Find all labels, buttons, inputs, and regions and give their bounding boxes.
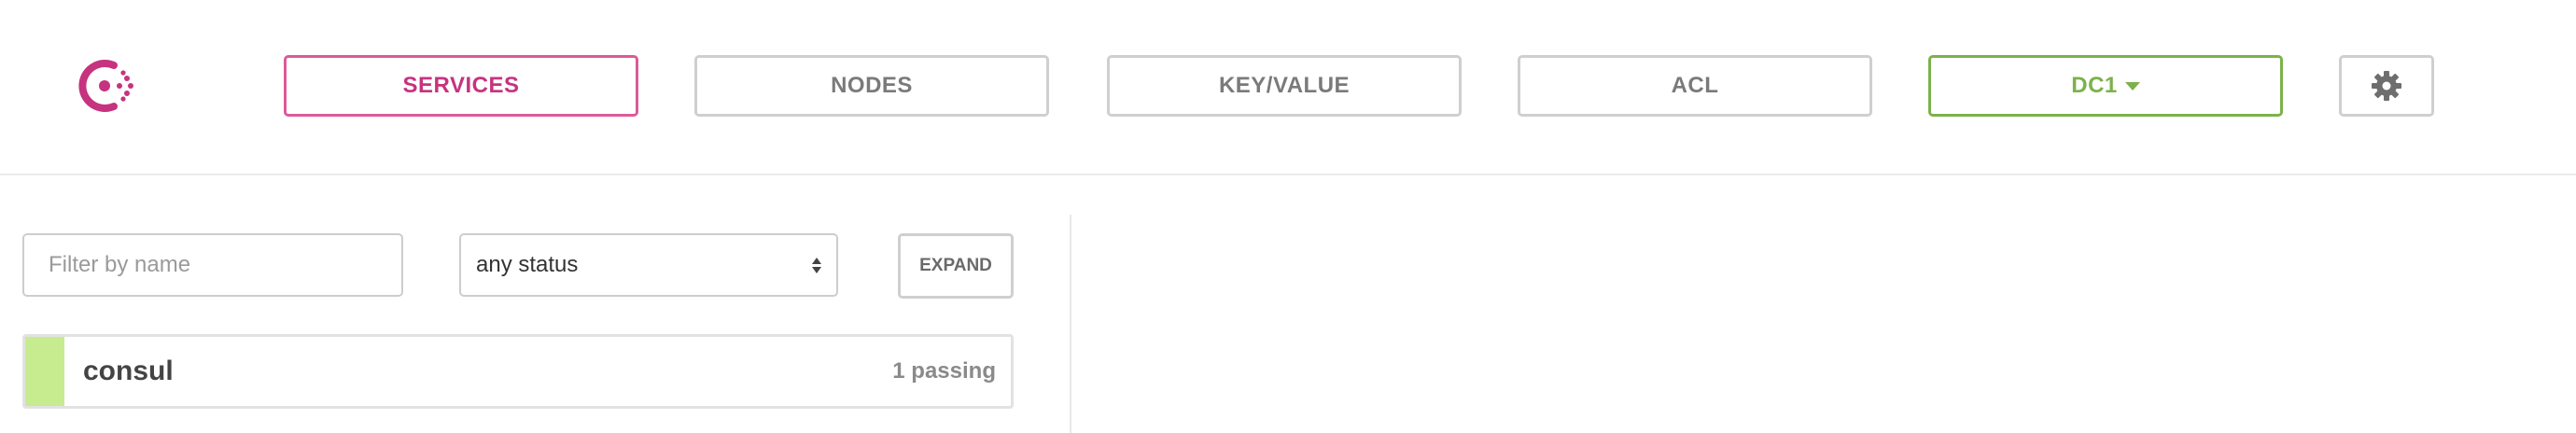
tab-nodes-label: NODES: [831, 73, 913, 98]
service-check-status: 1 passing: [892, 358, 996, 384]
service-health-indicator: [25, 337, 64, 406]
filter-by-name-input[interactable]: [22, 233, 403, 297]
datacenter-label: DC1: [2071, 73, 2118, 98]
status-filter-select[interactable]: any status: [459, 233, 838, 297]
tab-services[interactable]: SERVICES: [284, 55, 638, 117]
expand-button-label: EXPAND: [919, 256, 992, 275]
expand-button[interactable]: EXPAND: [898, 233, 1014, 299]
chevron-down-icon: [2124, 81, 2140, 91]
consul-logo-icon[interactable]: [78, 58, 138, 114]
gear-icon: [2372, 71, 2401, 101]
service-list-item[interactable]: consul 1 passing: [22, 334, 1014, 409]
top-navigation: SERVICES NODES KEY/VALUE ACL DC1: [0, 0, 2576, 175]
tab-key-value-label: KEY/VALUE: [1218, 73, 1351, 98]
panel-divider: [1070, 215, 1071, 433]
tab-acl[interactable]: ACL: [1518, 55, 1872, 117]
datacenter-dropdown[interactable]: DC1: [1928, 55, 2283, 117]
tab-key-value[interactable]: KEY/VALUE: [1107, 55, 1462, 117]
status-filter-value: any status: [476, 252, 579, 277]
tab-acl-label: ACL: [1671, 73, 1719, 98]
settings-button[interactable]: [2339, 55, 2434, 117]
service-name: consul: [83, 356, 174, 386]
tab-nodes[interactable]: NODES: [694, 55, 1049, 117]
select-arrows-icon: [812, 257, 821, 273]
tab-services-label: SERVICES: [402, 73, 520, 98]
